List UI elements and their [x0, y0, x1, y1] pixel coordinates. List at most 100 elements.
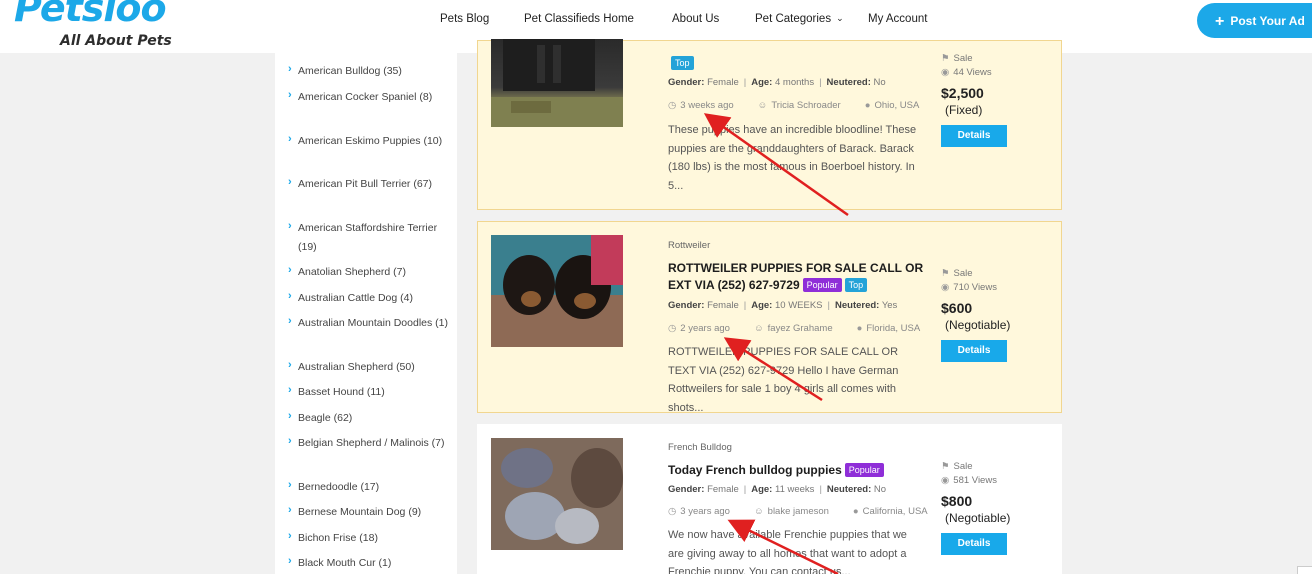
seller-name: Tricia Schroader	[771, 100, 841, 111]
category-item[interactable]: › Basset Hound (11)	[288, 383, 448, 402]
nav-pets-blog[interactable]: Pets Blog	[440, 13, 489, 25]
nav-about-us[interactable]: About Us	[672, 13, 719, 25]
category-item[interactable]: › Anatolian Shepherd (7)	[288, 263, 448, 282]
listing-side: ⚑ Sale ◉ 44 Views $2,500 (Fixed) Details	[941, 53, 1051, 147]
location-text: California, USA	[862, 506, 928, 517]
category-label: Belgian Shepherd / Malinois (7)	[298, 437, 445, 449]
chevron-right-icon: ›	[288, 176, 292, 188]
price-type: (Fixed)	[945, 103, 983, 117]
posted-time: ◷ 3 years ago	[668, 506, 742, 517]
gender-value: Female	[707, 77, 739, 88]
details-button[interactable]: Details	[941, 340, 1007, 362]
listing-title-text: Today French bulldog puppies	[668, 463, 842, 477]
category-item[interactable]: › American Pit Bull Terrier (67)	[288, 175, 448, 194]
clock-icon: ◷	[668, 323, 677, 334]
nav-my-account[interactable]: My Account	[868, 13, 927, 25]
listing-category[interactable]: Rottweiler	[668, 240, 710, 251]
category-item[interactable]: › Bichon Frise (18)	[288, 529, 448, 548]
listing-photo-crate	[491, 39, 623, 127]
listing-description: We now have available Frenchie puppies t…	[668, 529, 907, 574]
listing-card: Rottweiler ROTTWEILER PUPPIES FOR SALE C…	[477, 221, 1062, 414]
seller[interactable]: ☺ Tricia Schroader	[758, 100, 853, 111]
popular-badge: Popular	[844, 463, 884, 477]
eye-icon: ◉	[941, 475, 950, 486]
views-text: 581 Views	[953, 475, 997, 486]
nav-classifieds-home[interactable]: Pet Classifieds Home	[524, 13, 634, 25]
listing-photo[interactable]	[491, 235, 623, 347]
category-item[interactable]: › American Cocker Spaniel (8)	[288, 88, 448, 107]
chevron-right-icon: ›	[288, 315, 292, 327]
logo-text: Petsloo	[14, 0, 167, 30]
ad-type: ⚑ Sale	[941, 461, 1051, 475]
category-item[interactable]: › American Eskimo Puppies (10)	[288, 132, 448, 151]
age-value: 4 months	[775, 77, 815, 88]
age-value: 10 WEEKS	[775, 300, 823, 311]
ad-type-text: Sale	[953, 53, 973, 64]
listing-title[interactable]: Top	[668, 55, 938, 72]
map-pin-icon: ●	[852, 506, 859, 517]
listing-title[interactable]: Today French bulldog puppies Popular	[668, 462, 938, 479]
details-button[interactable]: Details	[941, 125, 1007, 147]
category-item[interactable]: › American Bulldog (35)	[288, 62, 448, 81]
category-item[interactable]: › Black Mouth Cur (1)	[288, 554, 448, 573]
post-ad-button[interactable]: + Post Your Ad	[1197, 3, 1312, 38]
listing-photo[interactable]	[491, 438, 623, 550]
listing-title[interactable]: ROTTWEILER PUPPIES FOR SALE CALL OR EXT …	[668, 260, 938, 294]
listing-side: ⚑ Sale ◉ 581 Views $800 (Negotiable) Detai…	[941, 461, 1051, 555]
chevron-down-icon: ⌄	[836, 13, 844, 23]
neutered-value: No	[873, 484, 887, 495]
clock-icon: ◷	[668, 100, 677, 111]
top-badge: Top	[671, 56, 694, 70]
category-item[interactable]: › Belgian Shepherd / Malinois (7)	[288, 434, 448, 453]
scroll-corner	[1297, 566, 1312, 574]
category-item[interactable]: › Australian Shepherd (50)	[288, 358, 448, 377]
seller[interactable]: ☺ blake jameson	[754, 506, 841, 517]
map-pin-icon: ●	[856, 323, 863, 334]
neutered-value: Yes	[881, 300, 898, 311]
category-label: American Staffordshire Terrier (19)	[298, 222, 438, 253]
listing-photo-french-bulldogs	[491, 438, 623, 550]
nav-pet-categories[interactable]: Pet Categories ⌄	[755, 13, 844, 25]
location: ● California, USA	[853, 506, 940, 517]
category-item[interactable]: › Bernese Mountain Dog (9)	[288, 503, 448, 522]
views-text: 710 Views	[953, 282, 997, 293]
posted-time-text: 3 years ago	[680, 506, 730, 517]
category-label: Bernedoodle (17)	[298, 481, 380, 493]
category-item[interactable]: › Beagle (62)	[288, 409, 448, 428]
chevron-right-icon: ›	[288, 410, 292, 422]
category-label: Bernese Mountain Dog (9)	[298, 506, 422, 518]
chevron-right-icon: ›	[288, 359, 292, 371]
listing-side: ⚑ Sale ◉ 710 Views $600 (Negotiable) Detai…	[941, 268, 1051, 362]
details-button[interactable]: Details	[941, 533, 1007, 555]
chevron-right-icon: ›	[288, 479, 292, 491]
price: $600	[941, 300, 973, 316]
top-badge: Top	[844, 278, 868, 292]
category-item[interactable]: › Australian Cattle Dog (4)	[288, 289, 448, 308]
neutered-label: Neutered:	[826, 77, 871, 88]
ad-type: ⚑ Sale	[941, 268, 1051, 282]
age-label: Age:	[751, 484, 773, 495]
price: $800	[941, 493, 973, 509]
listing-meta: ◷ 2 years ago ☺ fayez Grahame ● Florida, USA	[668, 323, 944, 334]
map-pin-icon: ●	[864, 100, 871, 111]
chevron-right-icon: ›	[288, 133, 292, 145]
category-label: American Pit Bull Terrier (67)	[298, 178, 433, 190]
category-item[interactable]: › American Staffordshire Terrier (19)	[288, 219, 448, 257]
listing-category[interactable]: French Bulldog	[668, 442, 732, 453]
views-text: 44 Views	[953, 67, 992, 78]
listing-photo[interactable]	[491, 39, 623, 127]
category-label: Australian Mountain Doodles (1)	[298, 317, 448, 329]
listing-card: French Bulldog Today French bulldog pupp…	[477, 424, 1062, 574]
chevron-right-icon: ›	[288, 530, 292, 542]
seller[interactable]: ☺ fayez Grahame	[754, 323, 845, 334]
views: ◉ 710 Views	[941, 282, 1051, 296]
category-item[interactable]: › Australian Mountain Doodles (1)	[288, 314, 448, 333]
listing-card: Top Gender: Female | Age: 4 months | Neutere…	[477, 39, 1062, 210]
listing-photo-rottweilers	[491, 235, 623, 347]
category-label: Australian Cattle Dog (4)	[298, 292, 413, 304]
category-item[interactable]: › Bernedoodle (17)	[288, 478, 448, 497]
category-label: Basset Hound (11)	[298, 386, 385, 398]
views: ◉ 581 Views	[941, 475, 1051, 489]
gender-value: Female	[707, 484, 739, 495]
site-logo[interactable]: Petsloo All About Pets	[14, 0, 184, 52]
